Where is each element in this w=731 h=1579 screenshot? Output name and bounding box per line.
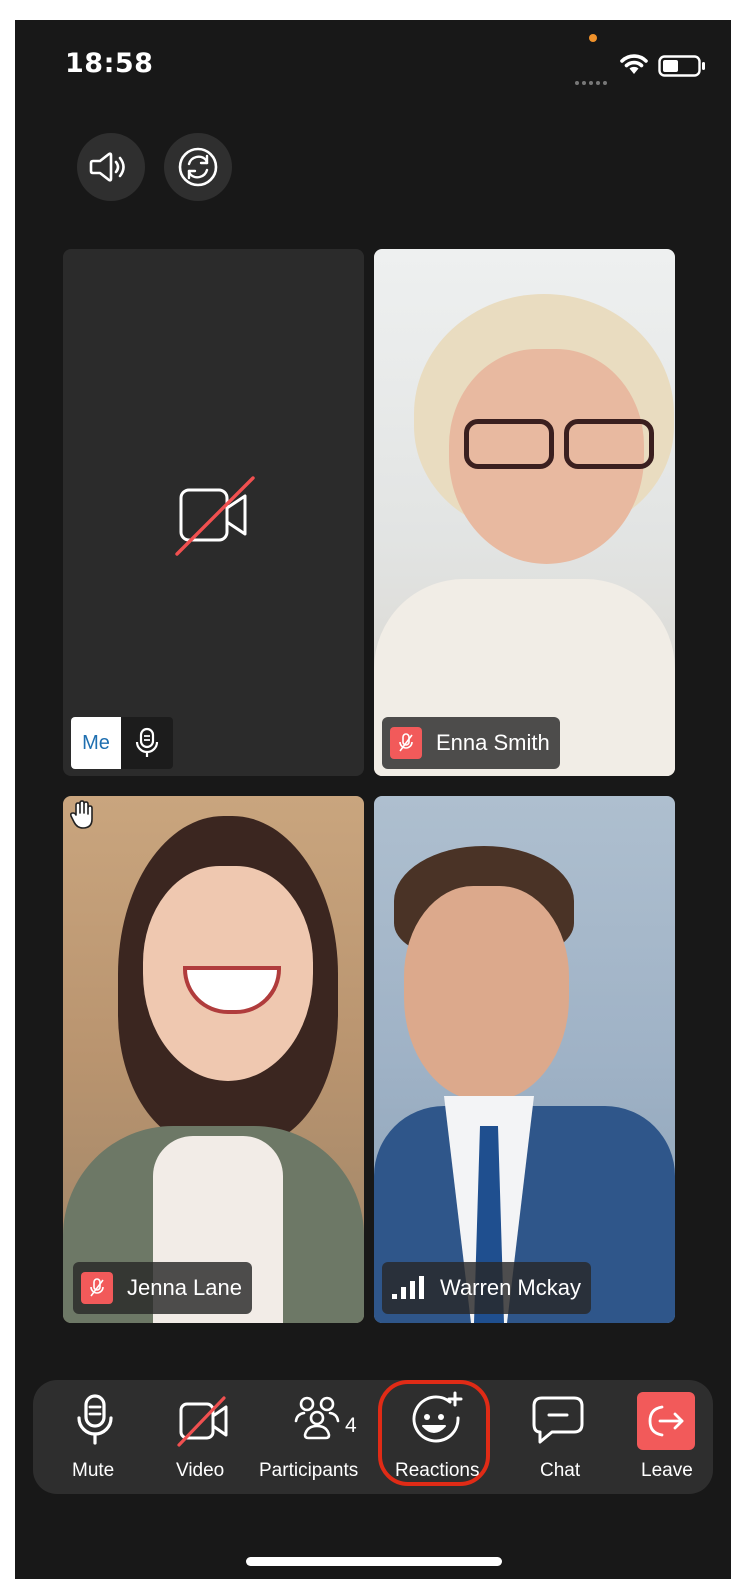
switch-camera-button[interactable] [164, 133, 232, 201]
mic-off-icon [81, 1272, 113, 1304]
meeting-toolbar: Mute Video 4 Participants Reactions Chat… [33, 1380, 713, 1494]
participants-count: 4 [345, 1414, 357, 1437]
participant-video [374, 796, 675, 1323]
mute-button[interactable]: Mute [53, 1380, 137, 1494]
participant-tile-jenna-lane[interactable]: Jenna Lane [63, 796, 364, 1323]
signal-bars-icon [392, 1276, 424, 1299]
privacy-indicator-dot [589, 34, 597, 42]
participant-name: Jenna Lane [127, 1275, 242, 1300]
participant-name-chip: Jenna Lane [73, 1262, 252, 1314]
participants-label: Participants [259, 1460, 359, 1481]
camera-switch-icon [178, 147, 218, 187]
me-label-chip: Me [71, 717, 173, 769]
participant-name: Enna Smith [436, 730, 550, 755]
participants-button[interactable]: 4 Participants [259, 1380, 379, 1494]
video-off-icon [177, 1396, 228, 1447]
status-time: 18:58 [65, 48, 154, 79]
me-mic-status [121, 717, 173, 769]
microphone-icon [135, 727, 159, 757]
chat-icon [532, 1396, 584, 1444]
reactions-button[interactable]: Reactions [378, 1380, 496, 1494]
participant-name-chip: Warren Mckay [382, 1262, 591, 1314]
leave-button[interactable]: Leave [623, 1380, 707, 1494]
participant-video [63, 796, 364, 1323]
participant-name: Warren Mckay [440, 1275, 581, 1300]
participant-video [374, 249, 675, 776]
participant-tile-enna-smith[interactable]: Enna Smith [374, 249, 675, 776]
participant-name-chip: Enna Smith [382, 717, 560, 769]
participants-icon [294, 1396, 340, 1440]
cellular-signal-icon [575, 72, 611, 85]
speaker-icon [89, 152, 125, 182]
chat-button[interactable]: Chat [516, 1380, 600, 1494]
raised-hand-icon [69, 800, 93, 829]
microphone-icon [77, 1394, 113, 1445]
chat-label: Chat [540, 1460, 581, 1481]
mic-off-icon [390, 727, 422, 759]
video-button[interactable]: Video [166, 1380, 250, 1494]
leave-label: Leave [641, 1460, 693, 1481]
video-label: Video [176, 1460, 225, 1481]
participant-tile-warren-mckay[interactable]: Warren Mckay [374, 796, 675, 1323]
reactions-label: Reactions [395, 1460, 480, 1481]
home-indicator [246, 1557, 502, 1566]
video-off-icon [175, 476, 255, 556]
speaker-button[interactable] [77, 133, 145, 201]
wifi-icon [620, 54, 648, 74]
me-label: Me [71, 717, 121, 769]
meeting-screen: 18:58 Me Enna Smith Jenna Lane Warren Mc… [15, 20, 731, 1579]
reactions-icon [412, 1391, 463, 1443]
mute-label: Mute [72, 1460, 115, 1481]
leave-icon [648, 1405, 684, 1437]
participant-tile-me[interactable]: Me [63, 249, 364, 776]
battery-icon [658, 55, 705, 77]
